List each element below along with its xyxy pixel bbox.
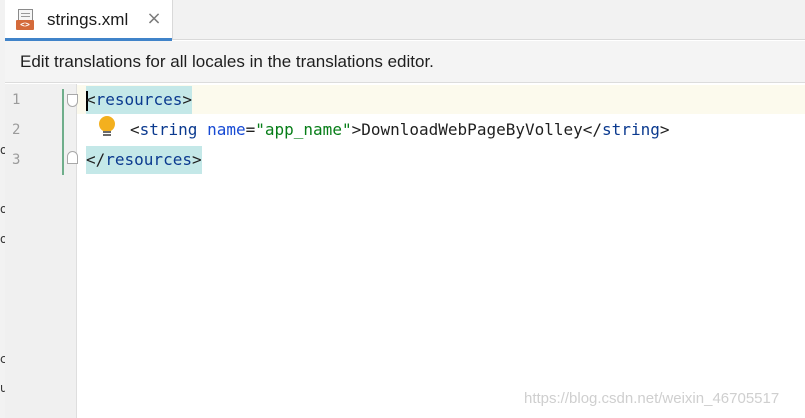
fold-toggle-icon[interactable]: [67, 94, 78, 107]
translations-editor-banner: Edit translations for all locales in the…: [5, 41, 805, 83]
line-number: 1: [12, 92, 21, 108]
code-line-2[interactable]: <string name="app_name">DownloadWebPageB…: [130, 115, 669, 145]
editor-tab-bar: <> strings.xml ×: [5, 0, 805, 41]
watermark: https://blog.csdn.net/weixin_46705517: [524, 390, 780, 407]
tag-highlight: </resources>: [86, 146, 202, 174]
fold-toggle-icon[interactable]: [67, 151, 78, 164]
banner-message: Edit translations for all locales in the…: [20, 51, 434, 71]
editor-gutter: 1 2 3: [5, 84, 77, 418]
xml-file-icon: <>: [15, 8, 37, 32]
vcs-change-marker: [62, 89, 64, 175]
intention-bulb-icon[interactable]: [98, 116, 116, 138]
code-line-1[interactable]: <resources>: [86, 85, 192, 115]
tab-label: strings.xml: [47, 10, 129, 29]
line-number: 3: [12, 152, 21, 168]
tag-highlight: <resources>: [86, 86, 192, 114]
tab-strings-xml[interactable]: <> strings.xml ×: [5, 0, 173, 41]
line-number: 2: [12, 122, 21, 138]
close-tab-icon[interactable]: ×: [146, 10, 162, 28]
code-line-3[interactable]: </resources>: [86, 145, 202, 175]
